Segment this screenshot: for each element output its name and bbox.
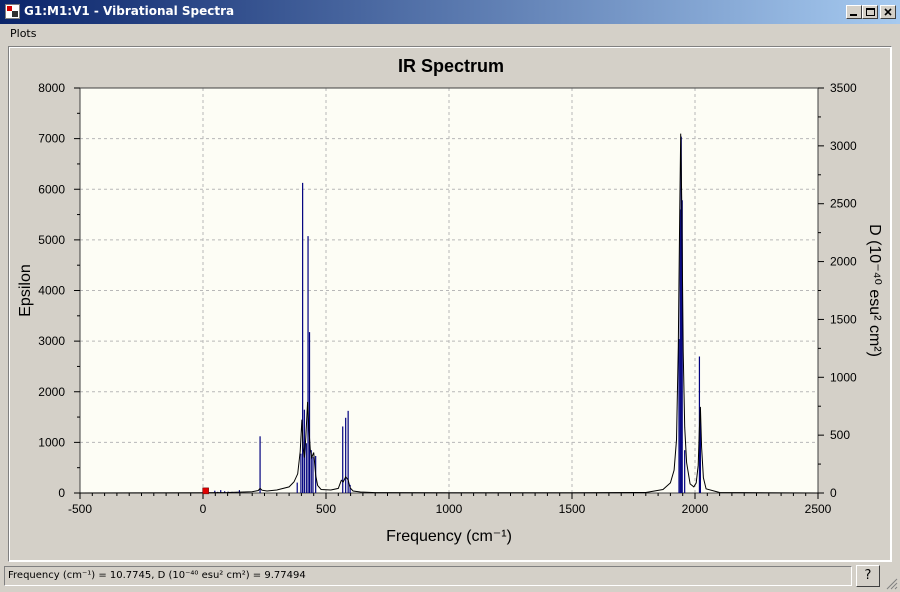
app-window: G1:M1:V1 - Vibrational Spectra Plots -50… — [0, 0, 900, 592]
x-tick-label: 1500 — [559, 502, 586, 516]
y2-tick-label: 3500 — [830, 81, 857, 95]
status-text: Frequency (cm⁻¹) = 10.7745, D (10⁻⁴⁰ esu… — [8, 570, 306, 581]
selection-marker — [202, 487, 209, 495]
maximize-icon — [866, 8, 875, 16]
menu-item-plots[interactable]: Plots — [10, 27, 36, 40]
resize-grip-icon[interactable] — [884, 576, 898, 590]
maximize-button[interactable] — [862, 5, 878, 19]
x-tick-label: 1000 — [436, 502, 463, 516]
y-tick-label: 0 — [58, 486, 65, 500]
minimize-icon — [850, 14, 857, 16]
x-tick-label: -500 — [68, 502, 92, 516]
x-tick-label: 2500 — [805, 502, 832, 516]
y2-tick-label: 500 — [830, 428, 850, 442]
app-icon — [5, 4, 20, 19]
window-title: G1:M1:V1 - Vibrational Spectra — [24, 4, 235, 18]
help-button[interactable]: ? — [856, 565, 880, 587]
y2-tick-label: 2000 — [830, 255, 857, 269]
x-tick-label: 0 — [200, 502, 207, 516]
chart-title: IR Spectrum — [398, 56, 504, 76]
x-tick-label: 500 — [316, 502, 336, 516]
y-tick-label: 4000 — [38, 284, 65, 298]
y-tick-label: 1000 — [38, 435, 65, 449]
y2-tick-label: 1000 — [830, 370, 857, 384]
y2-tick-label: 2500 — [830, 197, 857, 211]
x-axis-label: Frequency (cm⁻¹) — [386, 528, 512, 545]
title-bar[interactable]: G1:M1:V1 - Vibrational Spectra — [0, 0, 900, 24]
plot-panel[interactable]: -500 0 500 1000 1500 2000 2500 0 1000 2000 3000 400… — [10, 48, 890, 560]
close-icon — [884, 8, 892, 16]
y2-axis-label: D (10⁻⁴⁰ esu² cm²) — [866, 224, 883, 357]
status-bar: Frequency (cm⁻¹) = 10.7745, D (10⁻⁴⁰ esu… — [4, 566, 852, 586]
help-question-icon: ? — [864, 568, 872, 583]
y-tick-label: 2000 — [38, 385, 65, 399]
y-tick-label: 7000 — [38, 132, 65, 146]
x-tick-label: 2000 — [682, 502, 709, 516]
ir-spectrum-chart[interactable]: -500 0 500 1000 1500 2000 25000100020003000400… — [10, 48, 890, 560]
y2-tick-label: 1500 — [830, 312, 857, 326]
y-axis-label: Epsilon — [17, 264, 34, 316]
minimize-button[interactable] — [846, 5, 862, 19]
close-button[interactable] — [880, 5, 896, 19]
menu-bar: Plots — [0, 24, 900, 44]
y2-tick-label: 3000 — [830, 139, 857, 153]
y-tick-label: 5000 — [38, 233, 65, 247]
y-tick-label: 3000 — [38, 334, 65, 348]
y2-tick-label: 0 — [830, 486, 837, 500]
y-tick-label: 6000 — [38, 182, 65, 196]
y-tick-label: 8000 — [38, 81, 65, 95]
